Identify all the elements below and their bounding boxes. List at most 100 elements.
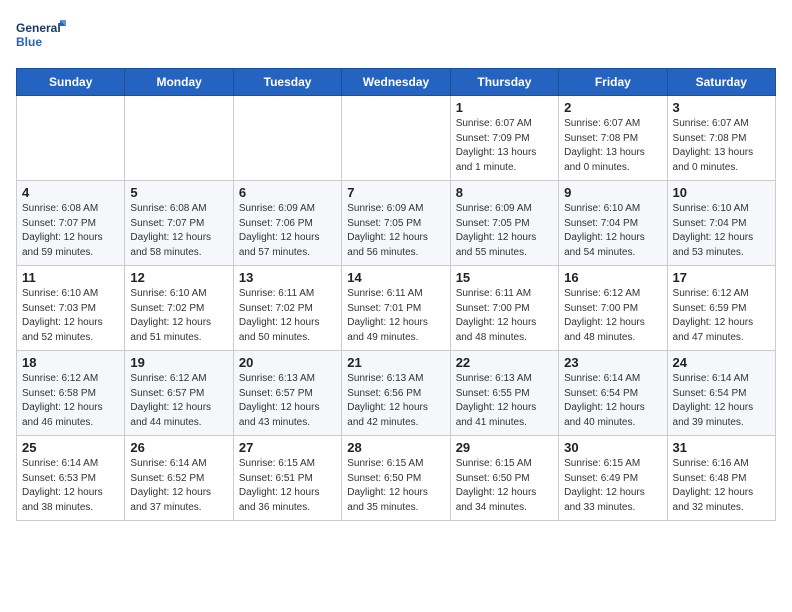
- day-cell: 9 Sunrise: 6:10 AMSunset: 7:04 PMDaylight…: [559, 181, 667, 266]
- day-cell: 4 Sunrise: 6:08 AMSunset: 7:07 PMDaylight…: [17, 181, 125, 266]
- day-info: Sunrise: 6:11 AMSunset: 7:02 PMDaylight:…: [239, 287, 336, 345]
- day-cell: 19 Sunrise: 6:12 AMSunset: 6:57 PMDayligh…: [125, 351, 233, 436]
- day-info: Sunrise: 6:10 AMSunset: 7:04 PMDaylight:…: [673, 202, 770, 260]
- day-cell: 18Sunrise: 6:12 AMSunset: 6:58 PMDayligh…: [17, 351, 125, 436]
- day-cell: 31 Sunrise: 6:16 AMSunset: 6:48 PMDayligh…: [667, 436, 775, 521]
- day-info: Sunrise: 6:14 AMSunset: 6:54 PMDaylight:…: [564, 372, 661, 430]
- day-cell: 30Sunrise: 6:15 AMSunset: 6:49 PMDayligh…: [559, 436, 667, 521]
- svg-text:Blue: Blue: [16, 35, 42, 49]
- day-number: 19: [130, 355, 227, 370]
- day-cell: 8 Sunrise: 6:09 AMSunset: 7:05 PMDaylight…: [450, 181, 558, 266]
- day-header-wednesday: Wednesday: [342, 69, 450, 96]
- day-info: Sunrise: 6:07 AMSunset: 7:08 PMDaylight:…: [673, 117, 770, 175]
- day-number: 2: [564, 100, 661, 115]
- day-number: 21: [347, 355, 444, 370]
- day-info: Sunrise: 6:15 AMSunset: 6:50 PMDaylight:…: [456, 457, 553, 515]
- week-row-1: 1 Sunrise: 6:07 AMSunset: 7:09 PMDaylight…: [17, 96, 776, 181]
- calendar-table: SundayMondayTuesdayWednesdayThursdayFrid…: [16, 68, 776, 521]
- day-cell: 14 Sunrise: 6:11 AMSunset: 7:01 PMDayligh…: [342, 266, 450, 351]
- day-cell: 7 Sunrise: 6:09 AMSunset: 7:05 PMDaylight…: [342, 181, 450, 266]
- day-cell: 13 Sunrise: 6:11 AMSunset: 7:02 PMDayligh…: [233, 266, 341, 351]
- day-header-saturday: Saturday: [667, 69, 775, 96]
- day-info: Sunrise: 6:08 AMSunset: 7:07 PMDaylight:…: [130, 202, 227, 260]
- week-row-4: 18Sunrise: 6:12 AMSunset: 6:58 PMDayligh…: [17, 351, 776, 436]
- day-info: Sunrise: 6:10 AMSunset: 7:04 PMDaylight:…: [564, 202, 661, 260]
- day-cell: 23 Sunrise: 6:14 AMSunset: 6:54 PMDayligh…: [559, 351, 667, 436]
- day-info: Sunrise: 6:07 AMSunset: 7:09 PMDaylight:…: [456, 117, 553, 175]
- day-number: 3: [673, 100, 770, 115]
- day-cell: 21 Sunrise: 6:13 AMSunset: 6:56 PMDayligh…: [342, 351, 450, 436]
- day-info: Sunrise: 6:16 AMSunset: 6:48 PMDaylight:…: [673, 457, 770, 515]
- day-info: Sunrise: 6:08 AMSunset: 7:07 PMDaylight:…: [22, 202, 119, 260]
- day-info: Sunrise: 6:12 AMSunset: 7:00 PMDaylight:…: [564, 287, 661, 345]
- day-number: 8: [456, 185, 553, 200]
- day-info: Sunrise: 6:09 AMSunset: 7:05 PMDaylight:…: [347, 202, 444, 260]
- day-cell: [17, 96, 125, 181]
- day-info: Sunrise: 6:13 AMSunset: 6:57 PMDaylight:…: [239, 372, 336, 430]
- day-number: 13: [239, 270, 336, 285]
- day-info: Sunrise: 6:13 AMSunset: 6:55 PMDaylight:…: [456, 372, 553, 430]
- day-number: 7: [347, 185, 444, 200]
- day-info: Sunrise: 6:15 AMSunset: 6:51 PMDaylight:…: [239, 457, 336, 515]
- day-cell: 1 Sunrise: 6:07 AMSunset: 7:09 PMDaylight…: [450, 96, 558, 181]
- day-info: Sunrise: 6:10 AMSunset: 7:02 PMDaylight:…: [130, 287, 227, 345]
- day-info: Sunrise: 6:14 AMSunset: 6:54 PMDaylight:…: [673, 372, 770, 430]
- day-number: 26: [130, 440, 227, 455]
- day-cell: [125, 96, 233, 181]
- day-number: 23: [564, 355, 661, 370]
- day-cell: 16 Sunrise: 6:12 AMSunset: 7:00 PMDayligh…: [559, 266, 667, 351]
- day-header-sunday: Sunday: [17, 69, 125, 96]
- day-number: 31: [673, 440, 770, 455]
- day-info: Sunrise: 6:07 AMSunset: 7:08 PMDaylight:…: [564, 117, 661, 175]
- logo-svg: General Blue: [16, 16, 66, 56]
- day-info: Sunrise: 6:12 AMSunset: 6:59 PMDaylight:…: [673, 287, 770, 345]
- day-number: 29: [456, 440, 553, 455]
- day-header-monday: Monday: [125, 69, 233, 96]
- day-info: Sunrise: 6:15 AMSunset: 6:50 PMDaylight:…: [347, 457, 444, 515]
- day-info: Sunrise: 6:11 AMSunset: 7:00 PMDaylight:…: [456, 287, 553, 345]
- day-number: 24: [673, 355, 770, 370]
- day-number: 5: [130, 185, 227, 200]
- day-number: 4: [22, 185, 119, 200]
- day-number: 16: [564, 270, 661, 285]
- day-cell: 3 Sunrise: 6:07 AMSunset: 7:08 PMDaylight…: [667, 96, 775, 181]
- day-info: Sunrise: 6:14 AMSunset: 6:52 PMDaylight:…: [130, 457, 227, 515]
- day-cell: 2 Sunrise: 6:07 AMSunset: 7:08 PMDaylight…: [559, 96, 667, 181]
- day-info: Sunrise: 6:09 AMSunset: 7:05 PMDaylight:…: [456, 202, 553, 260]
- day-info: Sunrise: 6:13 AMSunset: 6:56 PMDaylight:…: [347, 372, 444, 430]
- day-number: 14: [347, 270, 444, 285]
- day-cell: 24 Sunrise: 6:14 AMSunset: 6:54 PMDayligh…: [667, 351, 775, 436]
- day-header-friday: Friday: [559, 69, 667, 96]
- day-number: 10: [673, 185, 770, 200]
- day-number: 20: [239, 355, 336, 370]
- day-cell: 22 Sunrise: 6:13 AMSunset: 6:55 PMDayligh…: [450, 351, 558, 436]
- day-number: 25: [22, 440, 119, 455]
- week-row-5: 25Sunrise: 6:14 AMSunset: 6:53 PMDayligh…: [17, 436, 776, 521]
- day-info: Sunrise: 6:12 AMSunset: 6:57 PMDaylight:…: [130, 372, 227, 430]
- day-cell: 11Sunrise: 6:10 AMSunset: 7:03 PMDayligh…: [17, 266, 125, 351]
- day-number: 1: [456, 100, 553, 115]
- day-cell: 28 Sunrise: 6:15 AMSunset: 6:50 PMDayligh…: [342, 436, 450, 521]
- header-row: SundayMondayTuesdayWednesdayThursdayFrid…: [17, 69, 776, 96]
- day-number: 22: [456, 355, 553, 370]
- day-cell: 26 Sunrise: 6:14 AMSunset: 6:52 PMDayligh…: [125, 436, 233, 521]
- day-cell: 12Sunrise: 6:10 AMSunset: 7:02 PMDayligh…: [125, 266, 233, 351]
- week-row-2: 4 Sunrise: 6:08 AMSunset: 7:07 PMDaylight…: [17, 181, 776, 266]
- svg-text:General: General: [16, 21, 61, 35]
- day-cell: 27 Sunrise: 6:15 AMSunset: 6:51 PMDayligh…: [233, 436, 341, 521]
- day-info: Sunrise: 6:11 AMSunset: 7:01 PMDaylight:…: [347, 287, 444, 345]
- day-cell: 17 Sunrise: 6:12 AMSunset: 6:59 PMDayligh…: [667, 266, 775, 351]
- day-number: 11: [22, 270, 119, 285]
- day-number: 15: [456, 270, 553, 285]
- day-cell: 6Sunrise: 6:09 AMSunset: 7:06 PMDaylight…: [233, 181, 341, 266]
- day-number: 9: [564, 185, 661, 200]
- day-number: 18: [22, 355, 119, 370]
- day-number: 28: [347, 440, 444, 455]
- day-number: 27: [239, 440, 336, 455]
- day-number: 17: [673, 270, 770, 285]
- day-cell: 10 Sunrise: 6:10 AMSunset: 7:04 PMDayligh…: [667, 181, 775, 266]
- day-cell: [342, 96, 450, 181]
- logo: General Blue: [16, 16, 66, 56]
- day-cell: 5 Sunrise: 6:08 AMSunset: 7:07 PMDaylight…: [125, 181, 233, 266]
- day-number: 6: [239, 185, 336, 200]
